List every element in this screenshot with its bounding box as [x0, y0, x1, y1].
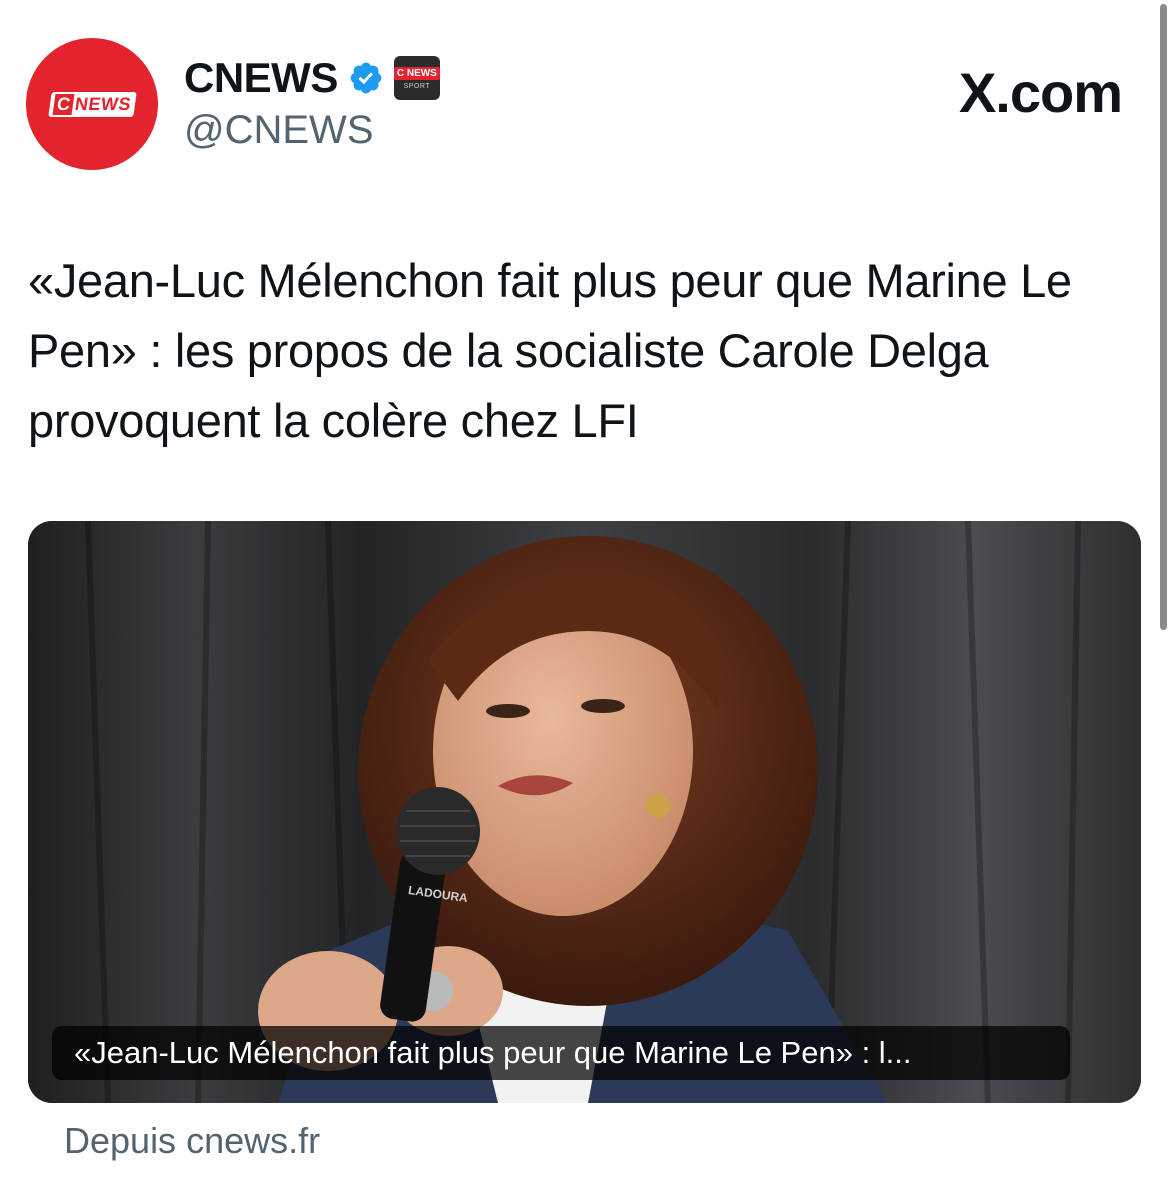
profile-avatar[interactable]: C NEWS: [26, 38, 158, 170]
verified-badge-icon[interactable]: [348, 60, 384, 96]
scrollbar-thumb[interactable]: [1160, 4, 1167, 630]
author-name[interactable]: CNEWS: [184, 54, 338, 102]
author-handle[interactable]: @CNEWS: [184, 108, 374, 153]
author-name-row: CNEWS C NEWS SPORT: [184, 54, 440, 102]
link-card[interactable]: LADOURA «Jean-Luc Mélenchon fait plus pe…: [28, 521, 1141, 1103]
link-card-source[interactable]: Depuis cnews.fr: [64, 1120, 320, 1162]
affiliate-line1: C NEWS: [393, 66, 440, 80]
article-photo: LADOURA: [28, 521, 1141, 1103]
site-label: X.com: [958, 61, 1123, 124]
cnews-sport-affiliate-icon[interactable]: C NEWS SPORT: [393, 56, 440, 100]
tweet-text: «Jean-Luc Mélenchon fait plus peur que M…: [28, 254, 1072, 447]
logo-news: NEWS: [73, 93, 132, 114]
logo-c: C: [52, 93, 74, 115]
scrollbar[interactable]: [1158, 0, 1170, 1198]
affiliate-line2: SPORT: [403, 82, 431, 90]
link-card-title: «Jean-Luc Mélenchon fait plus peur que M…: [52, 1026, 1070, 1080]
cnews-logo: C NEWS: [47, 91, 137, 117]
